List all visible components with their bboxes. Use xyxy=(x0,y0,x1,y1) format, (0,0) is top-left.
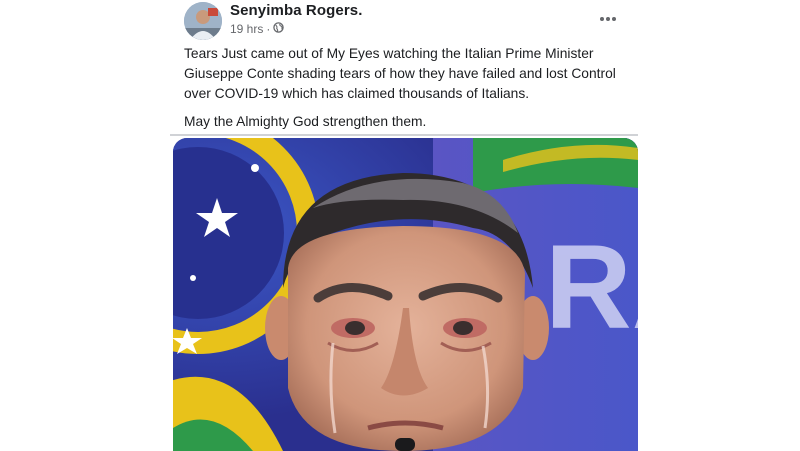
post-paragraph: Tears Just came out of My Eyes watching … xyxy=(184,46,616,101)
globe-icon xyxy=(273,22,285,36)
post-photo[interactable]: RA xyxy=(173,138,638,451)
facebook-post: Senyimba Rogers. 19 hrs · Tears Just cam… xyxy=(170,0,638,451)
avatar[interactable] xyxy=(184,2,222,40)
post-header: Senyimba Rogers. 19 hrs · xyxy=(170,0,638,42)
photo-background-letters: RA xyxy=(545,220,638,354)
meta-separator: · xyxy=(266,22,271,36)
ellipsis-icon xyxy=(599,9,617,27)
post-text: Tears Just came out of My Eyes watching … xyxy=(184,44,629,140)
divider xyxy=(170,134,638,136)
post-paragraph: May the Almighty God strengthen them. xyxy=(184,114,427,129)
more-options-button[interactable] xyxy=(596,6,620,30)
author-name[interactable]: Senyimba Rogers. xyxy=(230,2,362,19)
post-timestamp[interactable]: 19 hrs xyxy=(230,22,263,36)
post-meta: 19 hrs · xyxy=(230,22,285,36)
